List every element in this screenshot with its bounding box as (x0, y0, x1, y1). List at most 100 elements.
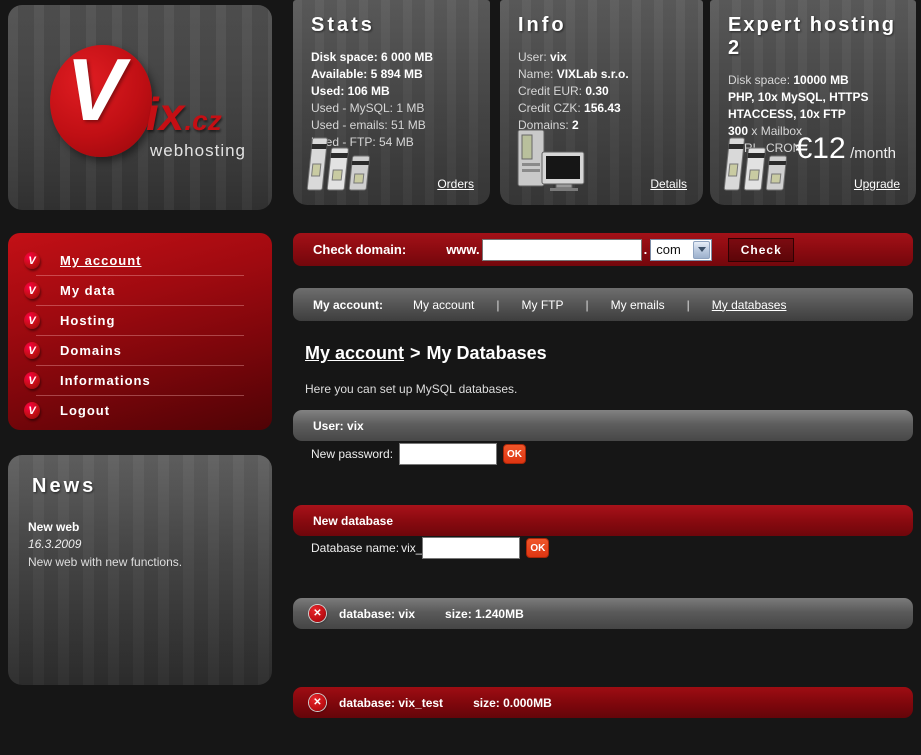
info-name-label: Name: (518, 67, 553, 81)
sidebar-item-logout[interactable]: V Logout (8, 398, 272, 423)
expert-hosting-panel: Expert hosting 2 Disk space: 10000 MB PH… (710, 0, 916, 205)
page: V ix.cz webhosting Stats Disk space: 6 0… (0, 0, 921, 755)
expert-disk-label: Disk space: (728, 73, 793, 87)
v-bullet-icon: V (24, 342, 40, 359)
database-name-input[interactable] (422, 537, 520, 559)
details-link[interactable]: Details (650, 177, 687, 191)
info-name: Name: VIXLab s.r.o. (514, 66, 689, 83)
orders-link[interactable]: Orders (437, 177, 474, 191)
sidebar-item-label: My data (60, 283, 115, 298)
new-password-row: New password: OK (293, 442, 526, 466)
delete-database-icon[interactable]: ✕ (309, 694, 326, 711)
info-credit-czk-value: 156.43 (584, 101, 621, 115)
vix-logo[interactable]: V ix.cz webhosting (50, 45, 250, 175)
new-database-title: New database (313, 514, 393, 528)
nav-link-my-account[interactable]: My account (413, 298, 474, 312)
sidebar-item-label: Informations (60, 373, 151, 388)
expert-disk-value: 10000 MB (793, 73, 848, 87)
stats-used-mysql: Used - MySQL: 1 MB (307, 100, 476, 117)
expert-features-1: PHP, 10x MySQL, HTTPS (724, 89, 902, 106)
database-row-vix-test: ✕ database: vix_test size: 0.000MB (293, 687, 913, 718)
news-item-date: 16.3.2009 (28, 537, 252, 551)
info-name-value: VIXLab s.r.o. (557, 67, 629, 81)
stats-panel: Stats Disk space: 6 000 MB Available: 5 … (293, 0, 490, 205)
news-item-body: New web with new functions. (28, 555, 252, 569)
new-database-bar: New database (293, 505, 913, 536)
menu-divider (36, 335, 244, 336)
sidebar-item-label: Domains (60, 343, 122, 358)
check-button[interactable]: Check (728, 238, 794, 262)
binders-icon (305, 134, 379, 197)
check-domain-bar: Check domain: www. . com Check (293, 233, 913, 266)
nav-separator: | (687, 298, 690, 312)
database-name-prefix: vix_ (401, 541, 422, 555)
expert-disk-space: Disk space: 10000 MB (724, 72, 902, 89)
v-bullet-icon: V (24, 402, 40, 419)
delete-database-icon[interactable]: ✕ (309, 605, 326, 622)
info-credit-eur-value: 0.30 (585, 84, 608, 98)
domain-dot: . (644, 242, 648, 257)
breadcrumb-my-account-link[interactable]: My account (305, 343, 404, 363)
password-ok-button[interactable]: OK (503, 444, 526, 464)
info-user-value: vix (550, 50, 567, 64)
database-name: database: vix_test (339, 696, 443, 710)
info-title: Info (518, 14, 689, 37)
sidebar-item-label: My account (60, 253, 142, 268)
v-bullet-icon: V (24, 282, 40, 299)
sidebar-menu: V My account V My data V Hosting V Domai… (8, 233, 272, 430)
new-password-label: New password: (311, 447, 393, 461)
logo-ix: ix (146, 88, 184, 140)
stats-used: Used: 106 MB (307, 83, 476, 100)
database-row-vix: ✕ database: vix size: 1.240MB (293, 598, 913, 629)
breadcrumb: My account > My Databases (305, 343, 547, 364)
sidebar-item-my-account[interactable]: V My account (8, 248, 272, 273)
database-size: size: 0.000MB (473, 696, 552, 710)
nav-link-my-emails[interactable]: My emails (611, 298, 665, 312)
new-password-input[interactable] (399, 443, 497, 465)
sidebar-item-domains[interactable]: V Domains (8, 338, 272, 363)
logo-cz: .cz (184, 105, 221, 136)
database-name: database: vix (339, 607, 415, 621)
nav-link-my-databases[interactable]: My databases (712, 298, 787, 312)
database-ok-button[interactable]: OK (526, 538, 549, 558)
menu-divider (36, 305, 244, 306)
news-panel: News New web 16.3.2009 New web with new … (8, 455, 272, 685)
upgrade-link[interactable]: Upgrade (854, 177, 900, 191)
sidebar-item-informations[interactable]: V Informations (8, 368, 272, 393)
database-name-row: Database name: vix_ OK (293, 536, 549, 560)
info-credit-czk-label: Credit CZK: (518, 101, 581, 115)
info-panel: Info User: vix Name: VIXLab s.r.o. Credi… (500, 0, 703, 205)
chevron-down-icon[interactable] (693, 241, 710, 259)
binders-icon (722, 134, 796, 197)
stats-title: Stats (311, 14, 476, 37)
info-user: User: vix (514, 49, 689, 66)
stats-available: Available: 5 894 MB (307, 66, 476, 83)
database-name-label: Database name: (311, 541, 399, 555)
nav-link-my-ftp[interactable]: My FTP (522, 298, 564, 312)
sidebar-item-hosting[interactable]: V Hosting (8, 308, 272, 333)
domain-input[interactable] (482, 239, 642, 261)
menu-divider (36, 275, 244, 276)
account-nav-title: My account: (313, 298, 383, 312)
breadcrumb-separator: > (410, 343, 421, 363)
v-bullet-icon: V (24, 372, 40, 389)
v-bullet-icon: V (24, 312, 40, 329)
stats-used-emails: Used - emails: 51 MB (307, 117, 476, 134)
page-subtitle: Here you can set up MySQL databases. (305, 382, 517, 396)
sidebar-item-my-data[interactable]: V My data (8, 278, 272, 303)
breadcrumb-current: My Databases (427, 343, 547, 363)
check-domain-label: Check domain: (313, 242, 406, 257)
news-item-title: New web (28, 520, 252, 534)
expert-features-2: HTACCESS, 10x FTP (724, 106, 902, 123)
v-bullet-icon: V (24, 252, 40, 269)
logo-v-glyph: V (66, 39, 125, 141)
price-amount: €12 (796, 132, 846, 165)
info-credit-eur: Credit EUR: 0.30 (514, 83, 689, 100)
database-size: size: 1.240MB (445, 607, 524, 621)
menu-divider (36, 365, 244, 366)
tld-select[interactable]: com (650, 239, 712, 261)
logo-panel: V ix.cz webhosting (8, 5, 272, 210)
news-title: News (32, 475, 252, 498)
computer-icon (512, 128, 590, 197)
user-bar-text: User: vix (313, 419, 364, 433)
